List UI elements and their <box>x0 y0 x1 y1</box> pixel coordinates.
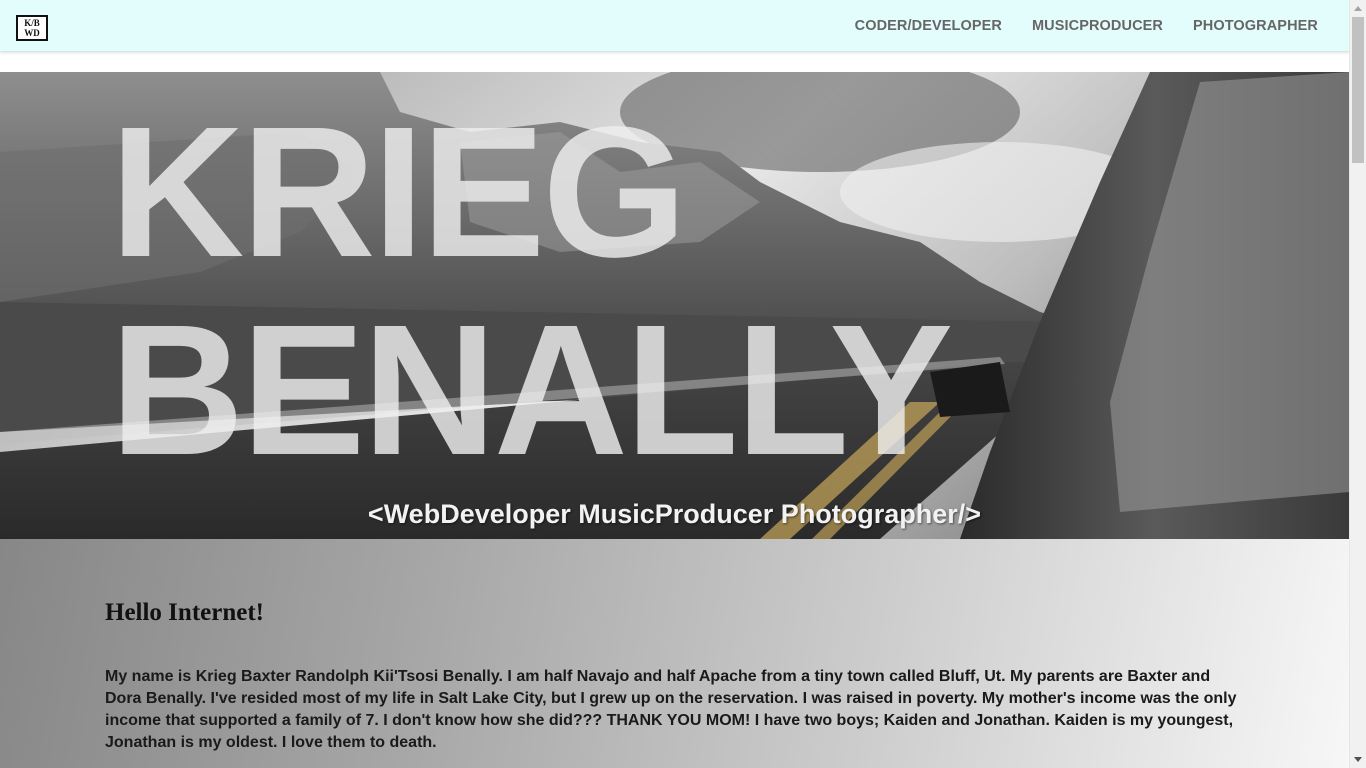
intro-section: Hello Internet! My name is Krieg Baxter … <box>0 539 1349 768</box>
hero-banner: KRIEG BENALLY <WebDeveloper MusicProduce… <box>0 72 1349 539</box>
nav-links: CODER/DEVELOPER MUSICPRODUCER PHOTOGRAPH… <box>855 18 1318 34</box>
hero-name: KRIEG BENALLY <box>110 89 953 494</box>
scroll-down-arrow-icon[interactable] <box>1354 757 1362 762</box>
scrollbar-thumb[interactable] <box>1352 17 1364 163</box>
page-scrollbar[interactable] <box>1349 0 1366 768</box>
nav-link-coder-developer[interactable]: CODER/DEVELOPER <box>855 18 1002 34</box>
intro-heading: Hello Internet! <box>105 599 264 626</box>
nav-link-musicproducer[interactable]: MUSICPRODUCER <box>1032 18 1163 34</box>
nav-link-photographer[interactable]: PHOTOGRAPHER <box>1193 18 1318 34</box>
logo-line-2: WD <box>24 28 40 38</box>
scroll-up-arrow-icon[interactable] <box>1354 6 1362 11</box>
logo-line-1: K/B <box>24 18 40 28</box>
hero-tagline: <WebDeveloper MusicProducer Photographer… <box>367 499 982 529</box>
intro-paragraph: My name is Krieg Baxter Randolph Kii'Tso… <box>105 668 1237 751</box>
site-logo[interactable]: K/B WD <box>16 15 48 41</box>
hero-name-first: KRIEG <box>110 89 687 296</box>
hero-name-last: BENALLY <box>110 287 953 494</box>
top-navbar: K/B WD CODER/DEVELOPER MUSICPRODUCER PHO… <box>0 0 1349 52</box>
